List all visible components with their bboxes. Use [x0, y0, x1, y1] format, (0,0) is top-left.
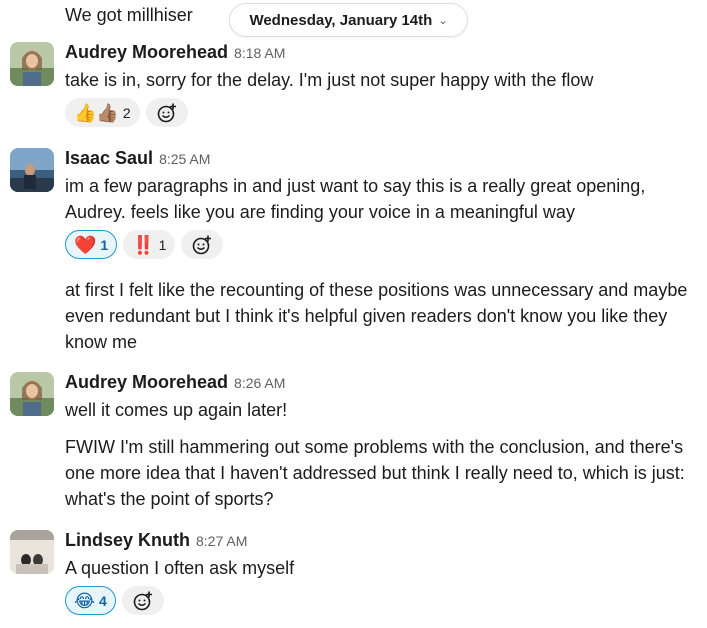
sender-name[interactable]: Lindsey Knuth [65, 530, 190, 550]
reaction-count: 4 [99, 592, 107, 609]
reaction-laughing[interactable]: 😂 4 [65, 586, 116, 615]
reaction-double-exclamation[interactable]: ‼️ 1 [123, 230, 176, 259]
reaction-count: 1 [100, 236, 109, 253]
add-emoji-icon [157, 103, 176, 122]
message-text: A question I often ask myself [65, 558, 295, 578]
add-reaction-button[interactable] [121, 586, 164, 615]
reaction-count: 2 [122, 104, 131, 121]
double-exclamation-icon: ‼️ [132, 234, 155, 255]
add-emoji-icon [193, 235, 212, 254]
reaction-bar: ❤️ 1 ‼️ 1 [65, 230, 224, 259]
message-text: FWIW I'm still hammering out some proble… [65, 437, 685, 509]
message-timestamp[interactable]: 8:27 AM [196, 533, 247, 549]
reaction-bar: 😂 4 [65, 586, 164, 615]
chevron-down-icon: ⌄ [438, 14, 448, 27]
reaction-bar: 👍👍🏽 2 [65, 98, 188, 127]
message-sender[interactable]: Isaac Saul 8:25 AM [65, 147, 210, 170]
message-text: im a few paragraphs in and just want to … [65, 176, 646, 222]
message-sender[interactable]: Lindsey Knuth 8:27 AM [65, 529, 247, 552]
message-timestamp[interactable]: 8:26 AM [234, 375, 285, 391]
date-divider-button[interactable]: Wednesday, January 14th ⌄ [229, 3, 468, 37]
message-timestamp[interactable]: 8:25 AM [159, 151, 210, 167]
sender-name[interactable]: Audrey Moorehead [65, 42, 228, 62]
reaction-heart[interactable]: ❤️ 1 [65, 230, 118, 259]
avatar[interactable] [10, 42, 54, 86]
avatar[interactable] [10, 148, 54, 192]
avatar[interactable] [10, 372, 54, 416]
add-reaction-button[interactable] [181, 230, 224, 259]
message-sender[interactable]: Audrey Moorehead 8:26 AM [65, 371, 285, 394]
reaction-count: 1 [158, 236, 167, 253]
heart-icon: ❤️ [74, 234, 97, 255]
sender-name[interactable]: Audrey Moorehead [65, 372, 228, 392]
add-emoji-icon [133, 591, 152, 610]
previous-message-text: We got millhiser [65, 5, 193, 25]
reaction-thumbs-up[interactable]: 👍👍🏽 2 [65, 98, 140, 127]
message-timestamp[interactable]: 8:18 AM [234, 45, 285, 61]
message-sender[interactable]: Audrey Moorehead 8:18 AM [65, 41, 285, 64]
message-text: well it comes up again later! [65, 400, 288, 420]
avatar[interactable] [10, 530, 54, 574]
sender-name[interactable]: Isaac Saul [65, 148, 153, 168]
thumbs-up-icon: 👍👍🏽 [74, 102, 119, 123]
message-text: at first I felt like the recounting of t… [65, 280, 688, 352]
date-divider-label: Wednesday, January 14th [249, 11, 433, 29]
add-reaction-button[interactable] [145, 98, 188, 127]
message-text: take is in, sorry for the delay. I'm jus… [65, 70, 594, 90]
laughing-icon: 😂 [74, 590, 96, 611]
